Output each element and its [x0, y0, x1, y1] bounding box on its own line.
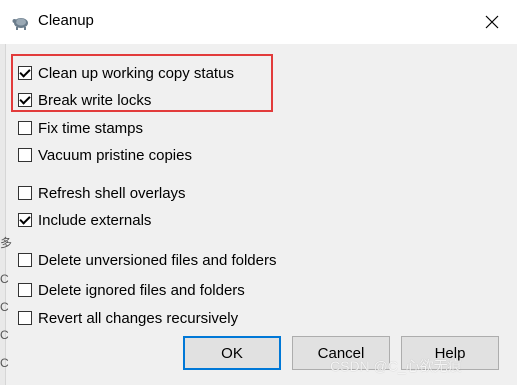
- checkbox-box[interactable]: [18, 93, 32, 107]
- checkbox-box[interactable]: [18, 186, 32, 200]
- edge-glyph: C: [0, 328, 9, 342]
- checkbox-label: Break write locks: [38, 91, 152, 109]
- checkbox-label: Delete ignored files and folders: [38, 281, 245, 299]
- checkbox-label: Vacuum pristine copies: [38, 146, 192, 164]
- checkbox-box[interactable]: [18, 311, 32, 325]
- checkbox-label: Include externals: [38, 211, 152, 229]
- edge-glyph: 多: [0, 236, 13, 250]
- window-title: Cleanup: [38, 12, 94, 29]
- delete-unversioned-checkbox[interactable]: Delete unversioned files and folders: [18, 250, 276, 270]
- checkbox-box[interactable]: [18, 121, 32, 135]
- checkbox-box[interactable]: [18, 283, 32, 297]
- tortoise-icon: [12, 18, 28, 30]
- edge-glyph: C: [0, 356, 9, 370]
- close-button[interactable]: [478, 8, 506, 36]
- close-icon: [485, 15, 499, 29]
- checkbox-label: Revert all changes recursively: [38, 309, 239, 327]
- include-externals-checkbox[interactable]: Include externals: [18, 210, 151, 230]
- delete-ignored-checkbox[interactable]: Delete ignored files and folders: [18, 280, 245, 300]
- checkbox-label: Fix time stamps: [38, 119, 144, 137]
- refresh-shell-overlays-checkbox[interactable]: Refresh shell overlays: [18, 183, 186, 203]
- ok-button[interactable]: OK: [183, 336, 281, 370]
- background-window-edge: 多 C C C C: [0, 44, 12, 385]
- revert-all-checkbox[interactable]: Revert all changes recursively: [18, 308, 238, 328]
- checkbox-box[interactable]: [18, 148, 32, 162]
- vacuum-pristine-checkbox[interactable]: Vacuum pristine copies: [18, 145, 192, 165]
- checkbox-box[interactable]: [18, 253, 32, 267]
- fix-time-stamps-checkbox[interactable]: Fix time stamps: [18, 118, 143, 138]
- edge-glyph: C: [0, 300, 9, 314]
- edge-glyph: C: [0, 272, 9, 286]
- checkbox-label: Clean up working copy status: [38, 64, 234, 82]
- checkbox-label: Delete unversioned files and folders: [38, 251, 277, 269]
- title-bar: Cleanup: [0, 0, 517, 44]
- checkbox-box[interactable]: [18, 66, 32, 80]
- break-write-locks-checkbox[interactable]: Break write locks: [18, 90, 151, 110]
- clean-up-status-checkbox[interactable]: Clean up working copy status: [18, 63, 234, 83]
- checkbox-box[interactable]: [18, 213, 32, 227]
- checkbox-label: Refresh shell overlays: [38, 184, 186, 202]
- watermark: CSDN @C_心欲无痕: [330, 358, 462, 374]
